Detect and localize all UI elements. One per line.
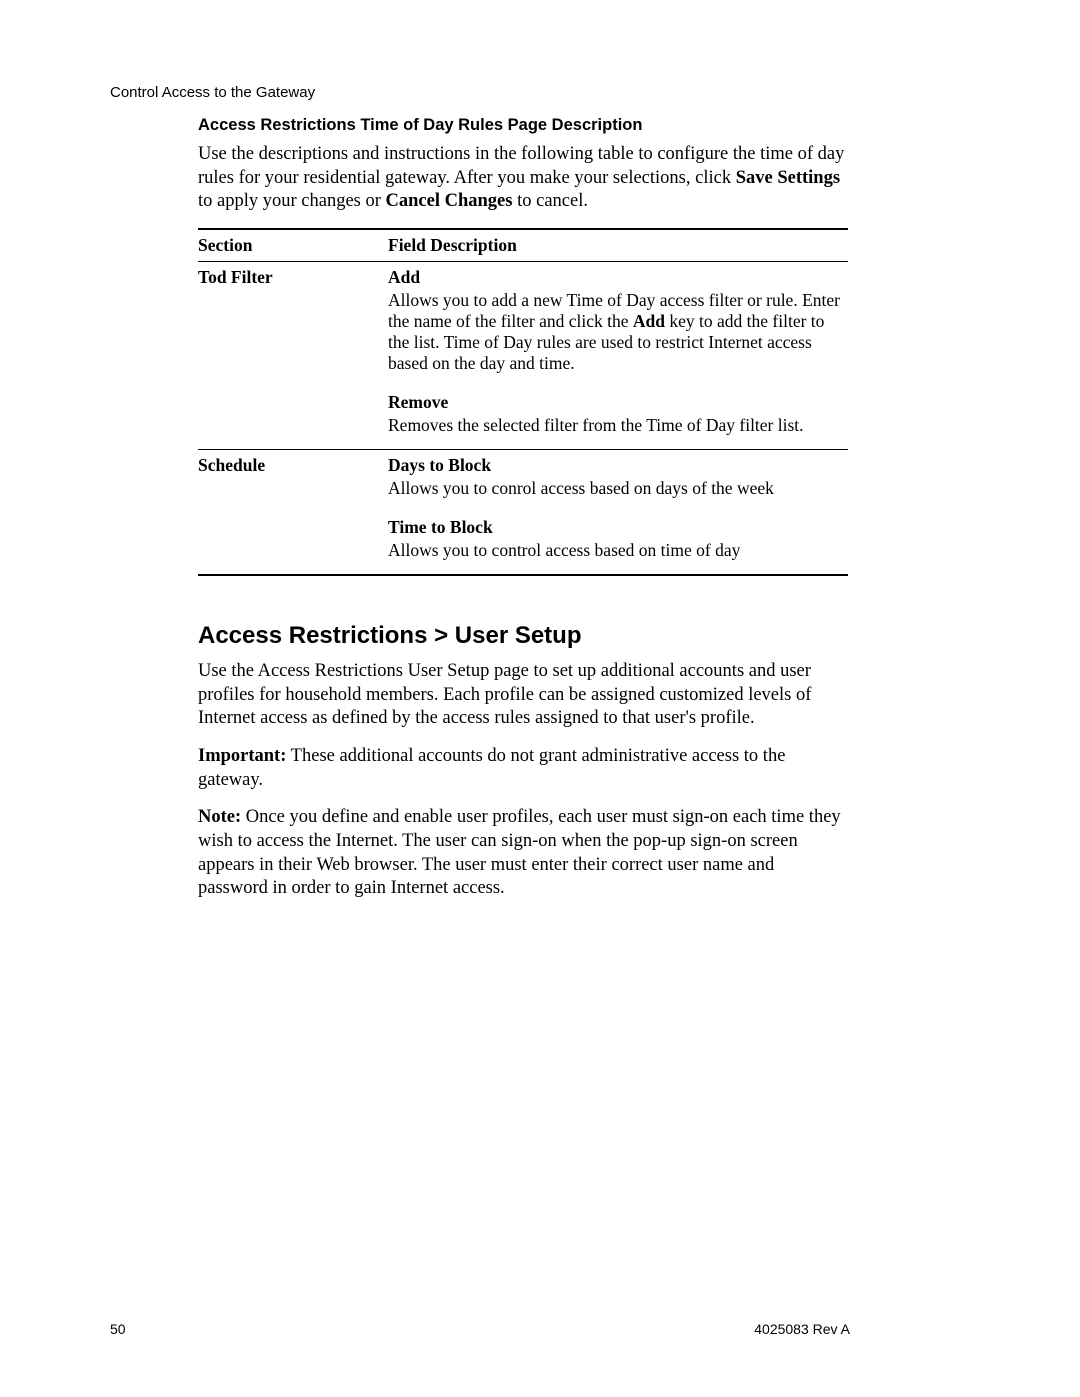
page-content: Access Restrictions Time of Day Rules Pa… <box>198 110 848 915</box>
field-body: Allows you to add a new Time of Day acce… <box>388 290 844 374</box>
th-field: Field Description <box>388 229 848 262</box>
field-body: Removes the selected filter from the Tim… <box>388 415 844 436</box>
cell-section-empty <box>198 387 388 450</box>
section2-p1: Use the Access Restrictions User Setup p… <box>198 660 848 731</box>
important-body: These additional accounts do not grant a… <box>198 746 785 790</box>
description-table: Section Field Description Tod Filter Add… <box>198 228 848 576</box>
intro-bold-save: Save Settings <box>736 168 840 188</box>
table-row: Tod Filter Add Allows you to add a new T… <box>198 262 848 388</box>
cell-field: Add Allows you to add a new Time of Day … <box>388 262 848 388</box>
intro-bold-cancel: Cancel Changes <box>386 191 513 211</box>
running-head: Control Access to the Gateway <box>110 84 315 101</box>
page-number: 50 <box>110 1321 126 1337</box>
cell-field: Time to Block Allows you to control acce… <box>388 512 848 575</box>
intro-text-c: to apply your changes or <box>198 191 386 211</box>
important-label: Important: <box>198 746 286 766</box>
cell-section-empty <box>198 512 388 575</box>
intro-paragraph: Use the descriptions and instructions in… <box>198 143 848 214</box>
field-label: Time to Block <box>388 517 844 538</box>
cell-field: Remove Removes the selected filter from … <box>388 387 848 450</box>
table-row: Remove Removes the selected filter from … <box>198 387 848 450</box>
section-heading: Access Restrictions > User Setup <box>198 622 848 650</box>
table-header-row: Section Field Description <box>198 229 848 262</box>
field-label: Remove <box>388 392 844 413</box>
th-section: Section <box>198 229 388 262</box>
section2-note: Note: Once you define and enable user pr… <box>198 806 848 901</box>
intro-text-e: to cancel. <box>512 191 588 211</box>
cell-field: Days to Block Allows you to conrol acces… <box>388 450 848 513</box>
cell-section-label: Tod Filter <box>198 262 388 388</box>
field-label: Days to Block <box>388 455 844 476</box>
note-body: Once you define and enable user profiles… <box>198 807 841 898</box>
table-row: Schedule Days to Block Allows you to con… <box>198 450 848 513</box>
cell-section-label: Schedule <box>198 450 388 513</box>
field-body: Allows you to control access based on ti… <box>388 540 844 561</box>
field-body-bold: Add <box>633 311 665 331</box>
table-row: Time to Block Allows you to control acce… <box>198 512 848 575</box>
doc-reference: 4025083 Rev A <box>754 1321 850 1337</box>
field-label: Add <box>388 267 844 288</box>
note-label: Note: <box>198 807 241 827</box>
subsection-title: Access Restrictions Time of Day Rules Pa… <box>198 116 848 135</box>
field-body: Allows you to conrol access based on day… <box>388 478 844 499</box>
document-page: Control Access to the Gateway Access Res… <box>0 0 1080 1397</box>
section2-important: Important: These additional accounts do … <box>198 745 848 792</box>
